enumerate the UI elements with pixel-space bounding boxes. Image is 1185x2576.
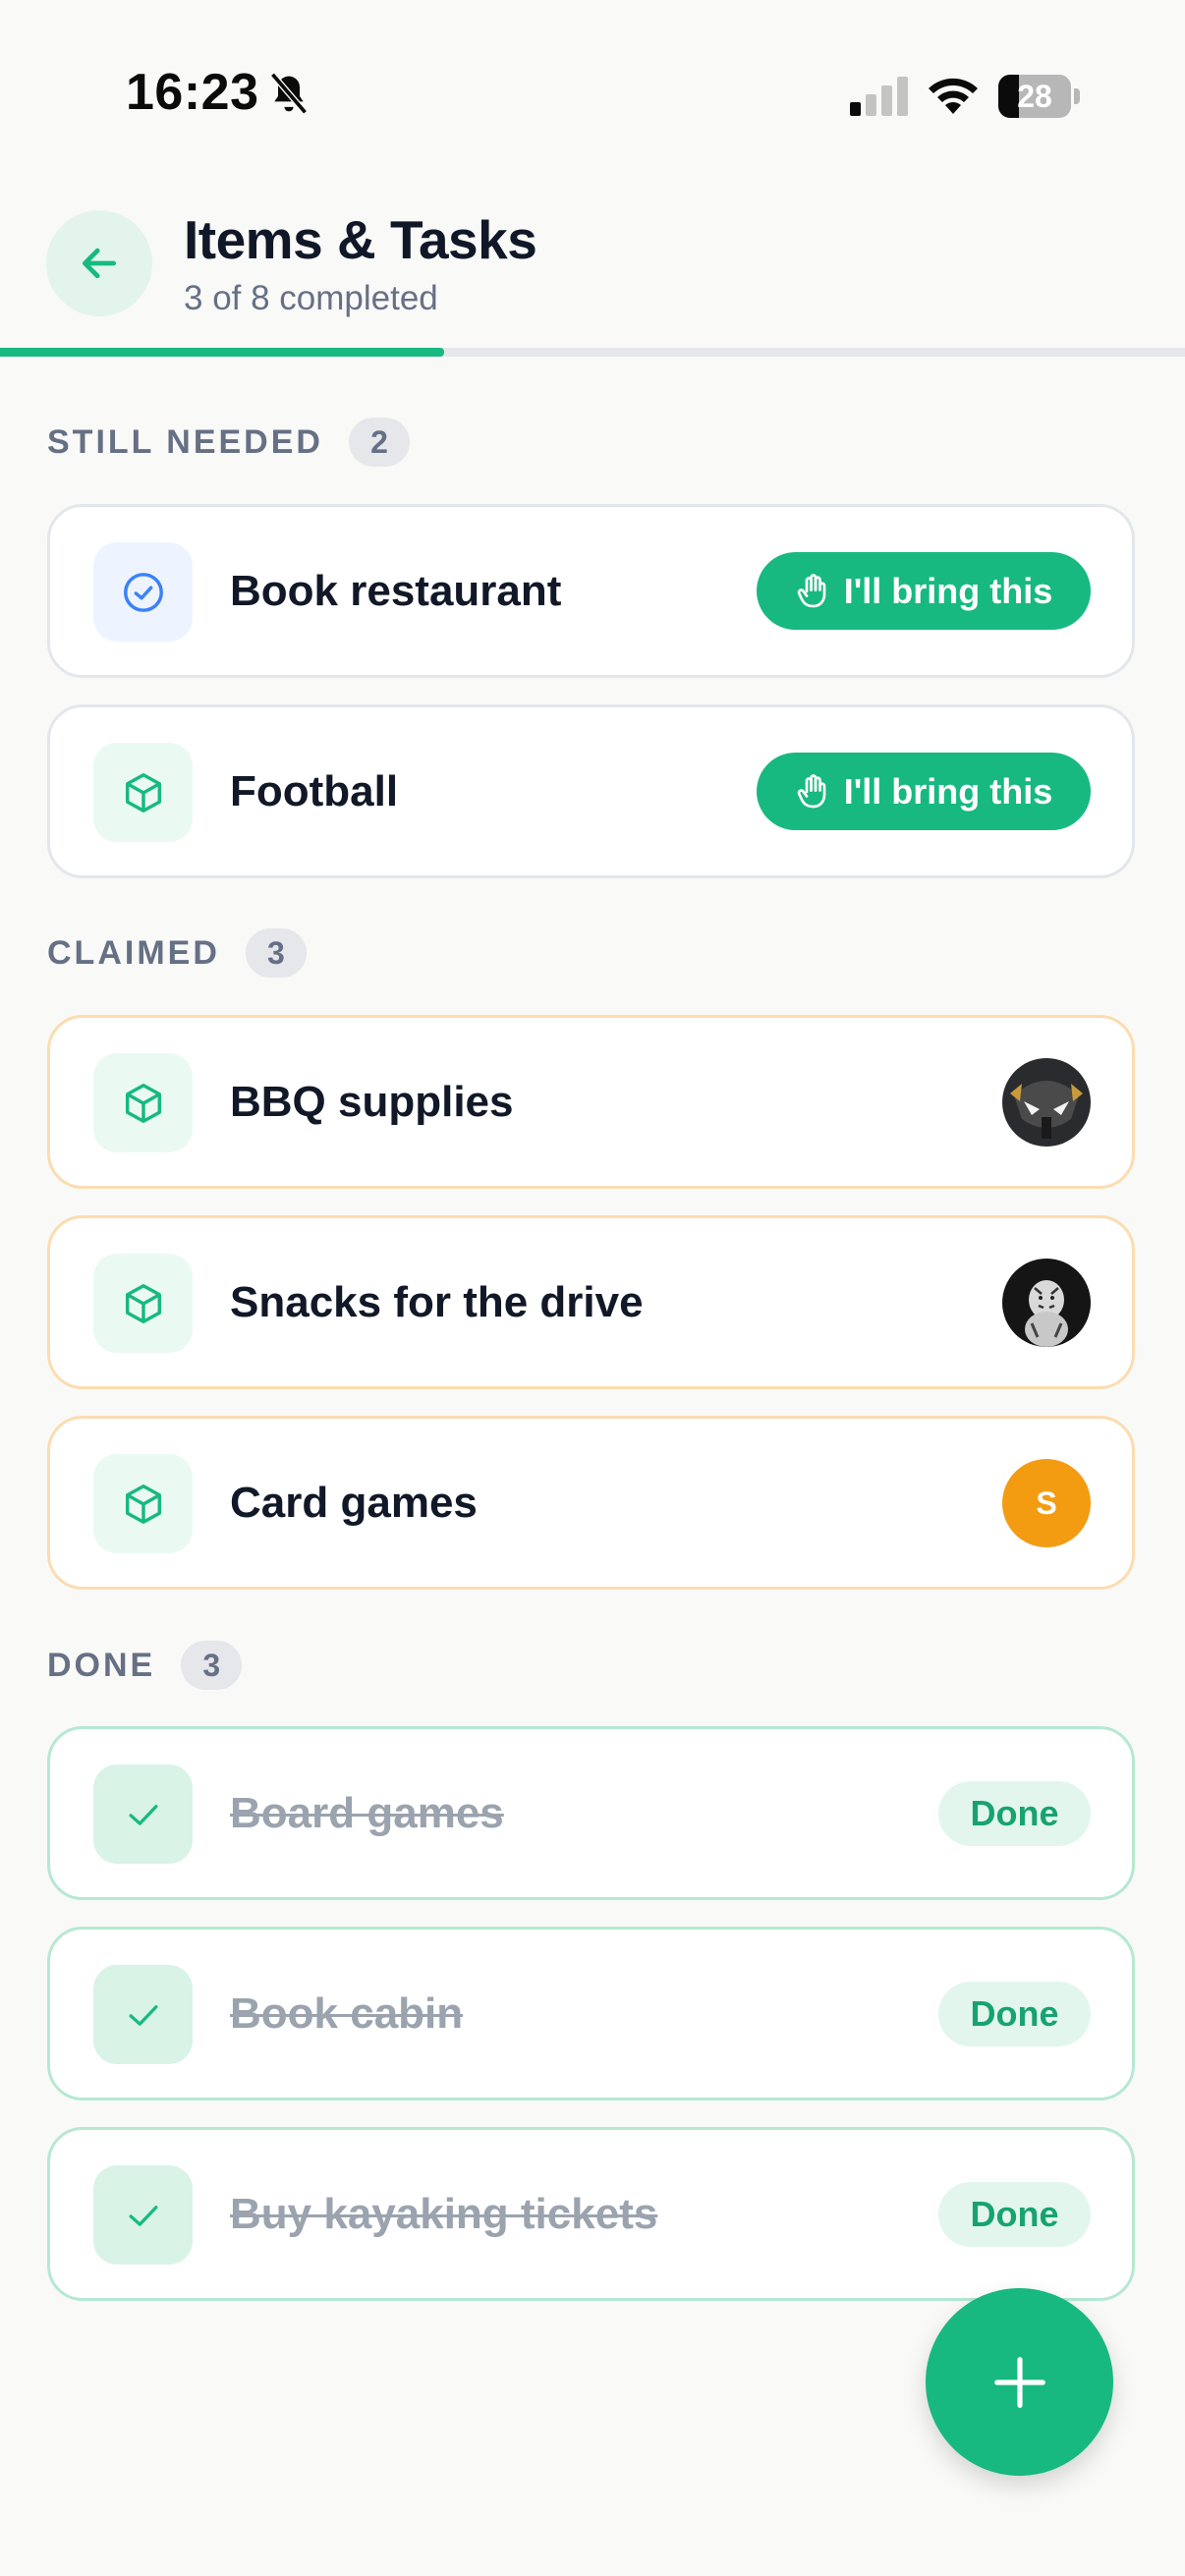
check-icon <box>129 2205 157 2226</box>
check-icon <box>129 1804 157 1825</box>
completion-progress-bar <box>0 348 1185 357</box>
progress-fill <box>0 348 445 357</box>
ill-bring-this-button[interactable]: I'll bring this <box>757 753 1091 830</box>
item-icon-tile <box>93 1053 193 1152</box>
avatar[interactable] <box>1002 1259 1091 1347</box>
ill-bring-this-button[interactable]: I'll bring this <box>757 552 1091 630</box>
status-time: 16:23 <box>126 64 259 121</box>
section-count-badge: 3 <box>245 928 307 978</box>
check-circle-icon <box>123 572 163 612</box>
box-icon <box>125 1083 161 1123</box>
completion-subtitle: 3 of 8 completed <box>184 279 438 317</box>
box-icon <box>125 1283 161 1323</box>
arrow-left-icon <box>82 248 117 279</box>
item-icon-tile <box>93 1254 193 1353</box>
item-card[interactable]: Buy kayaking tickets Done <box>47 2127 1135 2301</box>
done-icon-tile <box>93 1965 193 2064</box>
item-icon-tile <box>93 1454 193 1553</box>
section-claimed: CLAIMED 3 <box>47 928 307 978</box>
section-label: CLAIMED <box>47 933 220 972</box>
section-label: STILL NEEDED <box>47 422 323 461</box>
item-name: BBQ supplies <box>230 1078 514 1126</box>
done-status-pill: Done <box>938 2182 1091 2247</box>
box-icon <box>125 772 161 812</box>
item-card[interactable]: Card games S <box>47 1416 1135 1590</box>
item-card[interactable]: Snacks for the drive <box>47 1215 1135 1389</box>
item-name: Book cabin <box>230 1989 464 2038</box>
tiger-photo <box>1002 1259 1091 1347</box>
avatar[interactable] <box>1002 1058 1091 1147</box>
item-card[interactable]: Board games Done <box>47 1726 1135 1900</box>
item-name: Snacks for the drive <box>230 1278 644 1326</box>
done-icon-tile <box>93 2165 193 2265</box>
ill-bring-this-label: I'll bring this <box>843 770 1053 812</box>
task-icon-tile <box>93 542 193 642</box>
back-button[interactable] <box>46 210 152 316</box>
ill-bring-this-label: I'll bring this <box>843 570 1053 611</box>
plus-icon <box>993 2356 1045 2408</box>
battery-icon: 28 <box>998 75 1081 118</box>
battery-percent: 28 <box>1017 79 1052 114</box>
item-card[interactable]: BBQ supplies <box>47 1015 1135 1189</box>
section-count-badge: 2 <box>348 418 410 467</box>
section-done: DONE 3 <box>47 1641 243 1690</box>
box-icon <box>125 1484 161 1524</box>
item-icon-tile <box>93 743 193 842</box>
hand-icon <box>797 773 826 808</box>
item-name: Board games <box>230 1789 504 1837</box>
item-card[interactable]: Book cabin Done <box>47 1927 1135 2100</box>
item-name: Football <box>230 767 399 815</box>
status-bar: 16:23 28 <box>0 0 1185 187</box>
item-card[interactable]: Football I'll bring this <box>47 704 1135 878</box>
done-icon-tile <box>93 1764 193 1864</box>
item-card[interactable]: Book restaurant I'll bring this <box>47 504 1135 678</box>
bell-muted-icon <box>270 72 308 115</box>
section-label: DONE <box>47 1646 156 1684</box>
hand-icon <box>797 573 826 607</box>
section-count-badge: 3 <box>181 1641 243 1690</box>
wifi-icon <box>929 78 978 114</box>
item-name: Book restaurant <box>230 567 562 615</box>
item-name: Buy kayaking tickets <box>230 2190 658 2238</box>
done-status-pill: Done <box>938 1982 1091 2046</box>
motorcycle-photo <box>1002 1058 1091 1147</box>
cellular-signal-icon <box>850 77 908 116</box>
item-name: Card games <box>230 1479 478 1527</box>
done-status-pill: Done <box>938 1781 1091 1846</box>
section-still-needed: STILL NEEDED 2 <box>47 418 410 467</box>
page-title: Items & Tasks <box>184 209 537 270</box>
check-icon <box>129 2004 157 2026</box>
add-item-button[interactable] <box>926 2288 1113 2476</box>
avatar-initial[interactable]: S <box>1002 1459 1091 1547</box>
